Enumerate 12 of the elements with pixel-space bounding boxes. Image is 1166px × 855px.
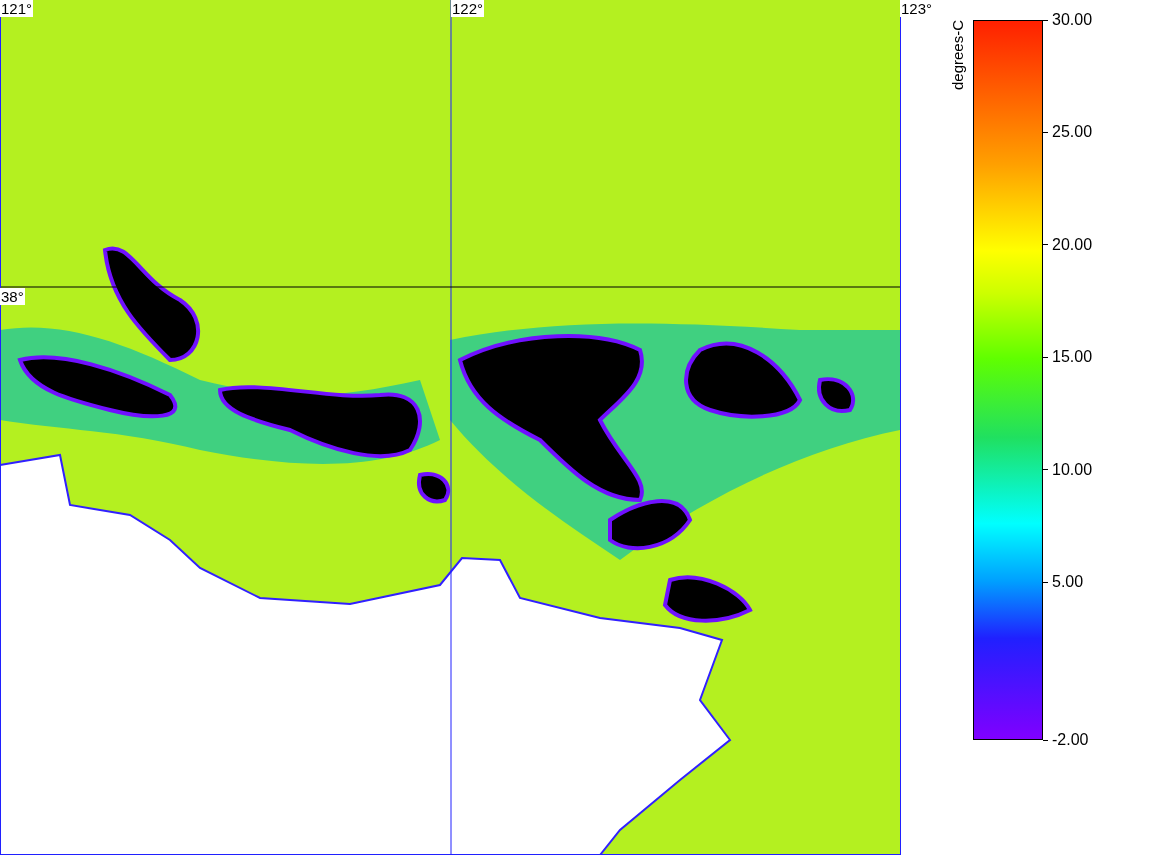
scale-tick-label: 10.00 bbox=[1052, 460, 1093, 479]
scale-tick-label: 20.00 bbox=[1052, 235, 1093, 254]
latitude-label: 38° bbox=[0, 288, 25, 305]
scale-tick-label: 5.00 bbox=[1052, 573, 1084, 591]
longitude-label: 123° bbox=[900, 0, 934, 17]
scale-tick-label: 30.00 bbox=[1052, 11, 1093, 29]
scale-tick-label: 15.00 bbox=[1052, 348, 1093, 367]
longitude-label: 121° bbox=[0, 0, 34, 17]
longitude-label: 122° bbox=[451, 0, 485, 17]
legend-unit-label: degrees-C bbox=[949, 20, 967, 93]
scale-tick-label: -2.00 bbox=[1052, 731, 1089, 749]
scale-tick-label: 25.00 bbox=[1052, 123, 1093, 142]
